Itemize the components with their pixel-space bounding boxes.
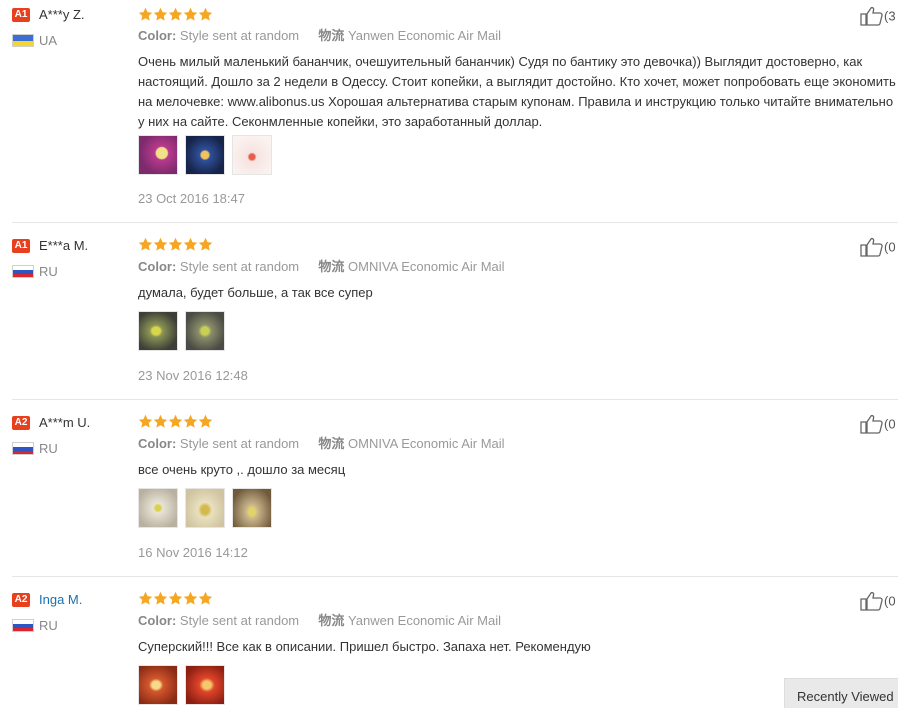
review-text: все очень круто ,. дошло за месяц <box>138 462 346 477</box>
review-photo[interactable] <box>138 135 178 175</box>
flag-icon <box>12 34 34 47</box>
buyer-country: RU <box>39 441 58 456</box>
helpful-button[interactable]: (0 <box>860 591 896 611</box>
divider <box>12 399 898 400</box>
review-date: 23 Nov 2016 12:48 <box>138 368 248 383</box>
review-photo[interactable] <box>138 665 178 705</box>
star-icon <box>153 414 168 429</box>
rating-stars <box>138 414 213 430</box>
review-photo[interactable] <box>185 135 225 175</box>
star-icon <box>138 414 153 429</box>
star-icon <box>183 7 198 22</box>
buyer-level-badge: A1 <box>12 8 30 22</box>
review-text: Очень милый маленький бананчик, очешуите… <box>138 54 896 129</box>
shipping-label: 物流 <box>318 613 345 628</box>
rating-stars <box>138 237 213 253</box>
star-icon <box>183 414 198 429</box>
review-text: Суперский!!! Все как в описании. Пришел … <box>138 639 591 654</box>
review-meta: Color: Style sent at random 物流 Yanwen Ec… <box>138 613 501 629</box>
review-photo[interactable] <box>232 488 272 528</box>
review-date: 16 Nov 2016 14:12 <box>138 545 248 560</box>
thumbs-up-icon <box>860 6 883 26</box>
star-icon <box>168 591 183 606</box>
review-photos <box>138 488 279 530</box>
thumbs-up-icon <box>860 414 883 434</box>
helpful-button[interactable]: (0 <box>860 414 896 434</box>
review-photos <box>138 135 279 177</box>
rating-stars <box>138 7 213 23</box>
buyer-level-badge: A2 <box>12 416 30 430</box>
buyer-name: A***m U. <box>39 415 91 430</box>
review-photo[interactable] <box>185 311 225 351</box>
review-photo[interactable] <box>185 488 225 528</box>
helpful-count: (3 <box>884 8 896 24</box>
star-icon <box>153 7 168 22</box>
review-photos <box>138 311 232 353</box>
star-icon <box>183 591 198 606</box>
review-photo[interactable] <box>138 488 178 528</box>
review-photo[interactable] <box>138 311 178 351</box>
review-text: думала, будет больше, а так все супер <box>138 285 373 300</box>
flag-icon <box>12 442 34 455</box>
helpful-count: (0 <box>884 416 896 432</box>
buyer-country: RU <box>39 618 58 633</box>
helpful-button[interactable]: (0 <box>860 237 896 257</box>
buyer-country: RU <box>39 264 58 279</box>
color-label: Color: <box>138 28 177 43</box>
review-meta: Color: Style sent at random 物流 OMNIVA Ec… <box>138 436 505 452</box>
divider <box>12 222 898 223</box>
buyer-name-link[interactable]: Inga M. <box>39 592 82 608</box>
star-icon <box>168 237 183 252</box>
star-icon <box>198 591 213 606</box>
buyer-level-badge: A2 <box>12 593 30 607</box>
shipping-label: 物流 <box>318 28 345 43</box>
buyer-name: E***a M. <box>39 238 89 253</box>
shipping-value: Yanwen Economic Air Mail <box>348 613 501 628</box>
color-value: Style sent at random <box>179 259 300 274</box>
color-value: Style sent at random <box>179 28 300 43</box>
thumbs-up-icon <box>860 591 883 611</box>
recently-viewed-tab[interactable]: Recently Viewed <box>784 678 898 708</box>
flag-icon <box>12 265 34 278</box>
color-label: Color: <box>138 436 177 451</box>
rating-stars <box>138 591 213 607</box>
star-icon <box>168 7 183 22</box>
thumbs-up-icon <box>860 237 883 257</box>
shipping-label: 物流 <box>318 436 345 451</box>
star-icon <box>153 237 168 252</box>
color-label: Color: <box>138 613 177 628</box>
flag-icon <box>12 619 34 632</box>
divider <box>12 576 898 577</box>
color-value: Style sent at random <box>179 613 300 628</box>
helpful-count: (0 <box>884 593 896 609</box>
shipping-value: Yanwen Economic Air Mail <box>348 28 501 43</box>
color-label: Color: <box>138 259 177 274</box>
star-icon <box>198 7 213 22</box>
review-date: 23 Oct 2016 18:47 <box>138 191 245 206</box>
review-meta: Color: Style sent at random 物流 Yanwen Ec… <box>138 28 501 44</box>
star-icon <box>168 414 183 429</box>
review-meta: Color: Style sent at random 物流 OMNIVA Ec… <box>138 259 505 275</box>
star-icon <box>138 591 153 606</box>
shipping-value: OMNIVA Economic Air Mail <box>348 259 505 274</box>
review-photo[interactable] <box>185 665 225 705</box>
star-icon <box>183 237 198 252</box>
star-icon <box>138 7 153 22</box>
buyer-name: A***y Z. <box>39 7 85 22</box>
buyer-level-badge: A1 <box>12 239 30 253</box>
color-value: Style sent at random <box>179 436 300 451</box>
shipping-label: 物流 <box>318 259 345 274</box>
review-photo[interactable] <box>232 135 272 175</box>
helpful-count: (0 <box>884 239 896 255</box>
shipping-value: OMNIVA Economic Air Mail <box>348 436 505 451</box>
star-icon <box>198 237 213 252</box>
helpful-button[interactable]: (3 <box>860 6 896 26</box>
review-photos <box>138 665 232 707</box>
star-icon <box>153 591 168 606</box>
buyer-country: UA <box>39 33 58 48</box>
star-icon <box>138 237 153 252</box>
star-icon <box>198 414 213 429</box>
